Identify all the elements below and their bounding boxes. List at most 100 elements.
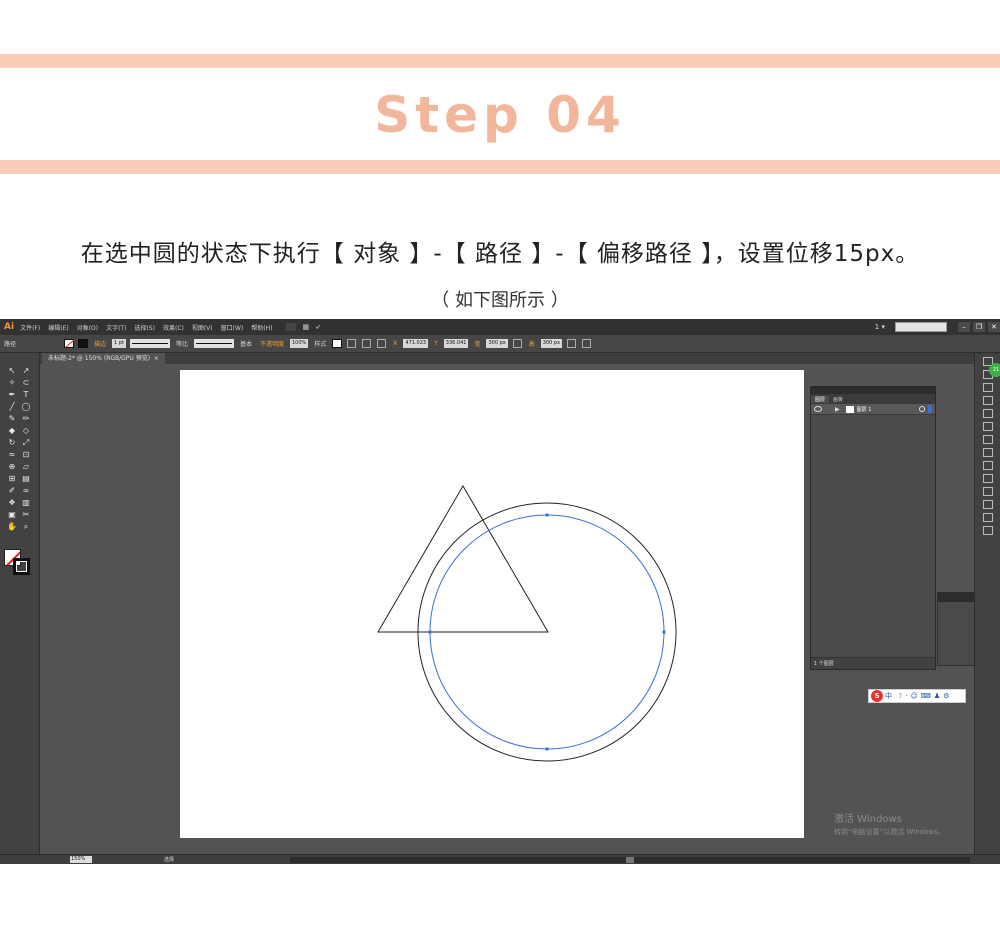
stroke-weight-field[interactable]: 1 pt xyxy=(112,339,126,348)
stroke-swatch[interactable] xyxy=(78,339,89,348)
column-graph-tool-icon[interactable]: ▥ xyxy=(20,497,32,508)
tab-artboards[interactable]: 画板 xyxy=(829,396,847,403)
magic-wand-tool-icon[interactable]: ✧ xyxy=(6,377,18,388)
slice-tool-icon[interactable]: ✂ xyxy=(20,509,32,520)
tab-layers[interactable]: 图层 xyxy=(811,395,830,403)
ime-tool-icons[interactable]: ☽·☺⌨♟⚙ xyxy=(896,692,952,700)
anchor-point-bottom[interactable] xyxy=(545,747,549,751)
restore-button[interactable]: ❐ xyxy=(973,322,985,332)
gradient-tool-icon[interactable]: ▤ xyxy=(20,473,32,484)
type-tool-icon[interactable]: T xyxy=(20,389,32,400)
layer-row[interactable]: ▶ 图层 1 xyxy=(811,404,935,415)
appearance-panel-icon[interactable] xyxy=(982,448,993,457)
reference-point-icon[interactable] xyxy=(377,339,387,348)
transform-panel-icon[interactable] xyxy=(982,513,993,522)
eyedropper-tool-icon[interactable]: ✐ xyxy=(6,485,18,496)
anchor-point-left[interactable] xyxy=(428,630,432,634)
perspective-grid-tool-icon[interactable]: ▱ xyxy=(20,461,32,472)
menu-select[interactable]: 选择(S) xyxy=(134,323,155,332)
search-input[interactable] xyxy=(895,322,947,332)
control-menu-icon[interactable] xyxy=(582,339,592,348)
paintbrush-tool-icon[interactable]: ✎ xyxy=(6,413,18,424)
minimize-button[interactable]: – xyxy=(958,322,970,332)
symbols-panel-icon[interactable] xyxy=(982,396,993,405)
target-circle-icon[interactable] xyxy=(919,406,925,412)
free-transform-tool-icon[interactable]: ⊡ xyxy=(20,449,32,460)
hand-tool-icon[interactable]: ✋ xyxy=(6,521,18,532)
menu-view[interactable]: 视图(V) xyxy=(192,323,213,332)
stroke-black-swatch[interactable] xyxy=(13,558,30,575)
horizontal-scrollbar[interactable] xyxy=(290,857,970,863)
direct-selection-tool-icon[interactable]: ↗ xyxy=(20,365,32,376)
layers-panel-icon[interactable] xyxy=(982,474,993,483)
ime-mode-label[interactable]: 中 xyxy=(885,691,892,701)
menu-object[interactable]: 对象(O) xyxy=(77,323,98,332)
close-button[interactable]: ✕ xyxy=(988,322,1000,332)
scrollbar-thumb[interactable] xyxy=(626,857,634,863)
artboard-tool-icon[interactable]: ▣ xyxy=(6,509,18,520)
y-field[interactable]: 336.041 xyxy=(443,339,469,348)
height-field[interactable]: 300 px xyxy=(540,339,563,348)
expand-triangle-icon[interactable]: ▶ xyxy=(835,406,840,413)
visibility-eye-icon[interactable] xyxy=(814,406,822,412)
bridge-icon[interactable] xyxy=(286,323,297,331)
gradient-panel-icon[interactable] xyxy=(982,422,993,431)
menu-help[interactable]: 帮助(H) xyxy=(251,323,272,332)
workspace-switcher[interactable]: 1 ▾ xyxy=(875,323,885,331)
anchor-point-right[interactable] xyxy=(662,630,666,634)
width-tool-icon[interactable]: ≈ xyxy=(6,449,18,460)
triangle-shape[interactable] xyxy=(377,485,549,633)
opacity-label[interactable]: 不透明度 xyxy=(260,339,284,348)
line-tool-icon[interactable]: ╱ xyxy=(6,401,18,412)
layers-panel-header[interactable] xyxy=(811,387,935,394)
constrain-link-icon[interactable] xyxy=(512,339,522,348)
document-tab[interactable]: 未标题-2* @ 150% (RGB/GPU 预览) × xyxy=(42,353,165,364)
transparency-panel-icon[interactable] xyxy=(982,435,993,444)
fill-swatch[interactable] xyxy=(64,339,75,348)
align-panel-icon[interactable] xyxy=(982,487,993,496)
graphic-style-swatch[interactable] xyxy=(332,339,343,348)
zoom-level-field[interactable]: 150% xyxy=(70,856,92,863)
selection-tool-icon[interactable]: ↖ xyxy=(6,365,18,376)
shape-builder-tool-icon[interactable]: ⊕ xyxy=(6,461,18,472)
menu-edit[interactable]: 编辑(E) xyxy=(48,323,68,332)
anchor-point-top[interactable] xyxy=(545,513,549,517)
graphic-styles-panel-icon[interactable] xyxy=(982,461,993,470)
blob-brush-tool-icon[interactable]: ◆ xyxy=(6,425,18,436)
scale-tool-icon[interactable]: ⤢ xyxy=(20,437,32,448)
pen-tool-icon[interactable]: ✒ xyxy=(6,389,18,400)
pencil-tool-icon[interactable]: ✏ xyxy=(20,413,32,424)
variable-width-profile[interactable] xyxy=(129,339,170,348)
stroke-label[interactable]: 描边 xyxy=(94,339,106,348)
brushes-panel-icon[interactable] xyxy=(982,383,993,392)
menu-type[interactable]: 文字(T) xyxy=(106,323,126,332)
lasso-tool-icon[interactable]: ⊂ xyxy=(20,377,32,388)
x-field[interactable]: 471.023 xyxy=(403,339,429,348)
sogou-logo-icon[interactable]: S xyxy=(871,690,883,702)
recolor-icon[interactable] xyxy=(347,339,357,348)
stroke-panel-icon[interactable] xyxy=(982,409,993,418)
fill-stroke-widget[interactable] xyxy=(4,549,32,575)
pathfinder-panel-icon[interactable] xyxy=(982,500,993,509)
arrange-documents-icon[interactable]: ▦ xyxy=(302,323,309,331)
brush-definition[interactable] xyxy=(193,339,234,348)
ellipse-tool-icon[interactable]: ◯ xyxy=(20,401,32,412)
layer-name[interactable]: 图层 1 xyxy=(857,406,872,413)
menu-file[interactable]: 文件(F) xyxy=(20,323,40,332)
canvas-area[interactable]: 图层 画板 ▶ 图层 1 1 个图层 ▸▸ 扩展 S 中 ☽·☺⌨♟⚙ xyxy=(40,364,1000,854)
artboard[interactable] xyxy=(180,370,804,838)
rotate-tool-icon[interactable]: ↻ xyxy=(6,437,18,448)
menu-window[interactable]: 窗口(W) xyxy=(221,323,244,332)
artboards-panel-icon[interactable] xyxy=(982,526,993,535)
eraser-tool-icon[interactable]: ◇ xyxy=(20,425,32,436)
transform-icon[interactable] xyxy=(567,339,577,348)
opacity-field[interactable]: 100% xyxy=(289,339,309,348)
mesh-tool-icon[interactable]: ⊞ xyxy=(6,473,18,484)
zoom-tool-icon[interactable]: ⌕ xyxy=(20,521,32,532)
width-field[interactable]: 300 px xyxy=(486,339,508,348)
gpu-rocket-icon[interactable]: ➶ xyxy=(315,323,321,331)
align-icon[interactable] xyxy=(362,339,372,348)
blend-tool-icon[interactable]: ∞ xyxy=(20,485,32,496)
menu-effect[interactable]: 效果(C) xyxy=(163,323,184,332)
symbol-sprayer-tool-icon[interactable]: ❖ xyxy=(6,497,18,508)
